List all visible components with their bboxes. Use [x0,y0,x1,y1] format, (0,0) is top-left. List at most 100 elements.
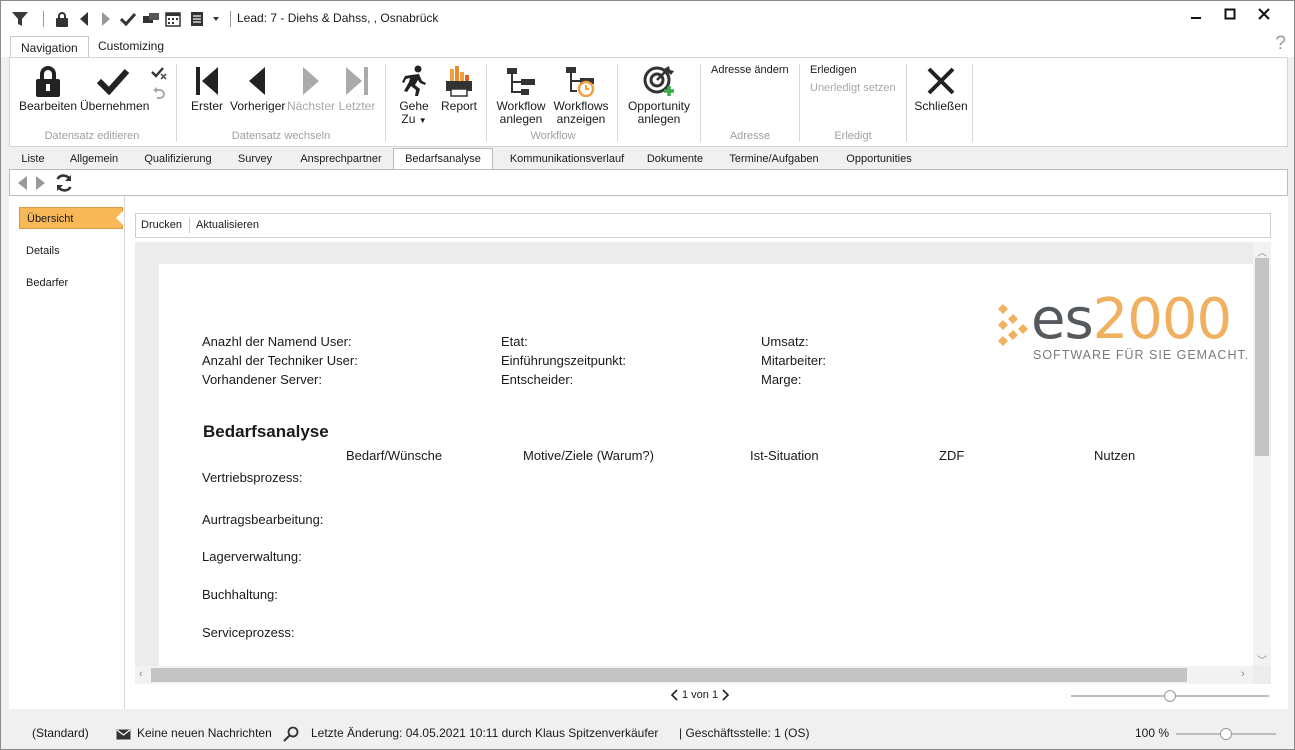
close-window-button[interactable] [1247,3,1281,25]
tab-survey[interactable]: Survey [227,149,283,169]
left-nav-uebersicht[interactable]: Übersicht [19,207,123,229]
field-label: Marge: [761,372,802,387]
row-label: Lagerverwaltung: [202,549,302,564]
report-zoom-knob[interactable] [1164,690,1176,702]
messages-status[interactable]: Keine neuen Nachrichten [137,726,272,740]
minimize-button[interactable] [1179,3,1213,25]
search-icon[interactable] [283,726,299,742]
ribbon-tab-navigation[interactable]: Navigation [10,36,89,58]
report-printer-icon [446,66,472,97]
field-label: Anzahl der Techniker User: [202,353,358,368]
tab-allgemein[interactable]: Allgemein [59,149,129,169]
tab-termine-aufgaben[interactable]: Termine/Aufgaben [715,149,833,169]
branch-status: | Geschäftsstelle: 1 (OS) [679,726,810,740]
logo-wordmark: es2000 [1031,287,1232,352]
lock-icon [36,66,60,97]
vertical-scrollbar[interactable]: ︿ ﹀ [1253,242,1271,667]
layout-status[interactable]: (Standard) [32,726,89,740]
left-nav-bedarfer[interactable]: Bedarfer [19,272,123,294]
report-pager: 1 von 1 [135,684,1271,709]
tab-dokumente[interactable]: Dokumente [641,149,709,169]
document-icon[interactable] [188,9,206,29]
previous-record-icon [249,67,265,95]
field-label: Mitarbeiter: [761,353,827,368]
next-record-icon [303,67,319,95]
zoom-slider-knob[interactable] [1220,728,1232,740]
nav-back-icon[interactable] [16,175,28,194]
tab-ansprechpartner[interactable]: Ansprechpartner [287,149,395,169]
adresse-aendern-button[interactable]: Adresse ändern [711,64,789,76]
bearbeiten-button[interactable]: Bearbeiten [18,62,78,113]
column-header: Motive/Ziele (Warum?) [523,448,654,463]
nav-forward-icon[interactable] [35,175,47,194]
ribbon-separator [385,64,386,142]
report-toolbar: Drucken Aktualisieren [135,213,1271,238]
qa-dropdown-icon[interactable] [210,9,222,29]
forward-arrow-icon[interactable] [99,9,113,29]
refresh-icon[interactable] [54,173,74,196]
erster-button[interactable]: Erster [182,62,232,113]
check-icon[interactable] [119,9,137,29]
aktualisieren-button[interactable]: Aktualisieren [196,214,259,237]
horizontal-scroll-thumb[interactable] [151,668,1187,682]
row-label: Vertriebsprozess: [202,470,303,485]
mail-icon [116,729,131,740]
gehe-zu-button[interactable]: Gehe Zu ▼ [394,62,434,127]
undo-icon[interactable] [152,86,166,103]
vertical-scroll-thumb[interactable] [1255,258,1269,456]
page-previous-icon[interactable] [670,689,678,701]
report-zoom-slider[interactable] [1071,690,1269,702]
scroll-right-icon[interactable]: › [1241,668,1245,680]
es2000-logo: es2000 SOFTWARE FÜR SIE GEMACHT. [997,290,1248,370]
logo-diamond-icon [998,304,1028,346]
messages-icon[interactable] [141,9,161,29]
ribbon-separator [700,64,701,142]
schliessen-button[interactable]: Schließen [910,62,972,113]
left-nav-details[interactable]: Details [19,240,123,262]
close-icon [927,67,955,95]
back-arrow-icon[interactable] [77,9,91,29]
unerledigt-setzen-button[interactable]: Unerledigt setzen [810,82,896,94]
zoom-slider[interactable] [1176,728,1276,740]
drucken-button[interactable]: Drucken [141,214,182,237]
running-man-icon [402,65,426,96]
tab-qualifizierung[interactable]: Qualifizierung [133,149,223,169]
scroll-left-icon[interactable]: ‹ [139,668,143,680]
workflow-anlegen-button[interactable]: Workflow anlegen [494,62,548,126]
opportunity-anlegen-button[interactable]: Opportunity anlegen [624,62,694,126]
ribbon-tab-customizing[interactable]: Customizing [88,35,174,57]
zoom-level: 100 % [1135,726,1170,740]
field-label: Anazhl der Namend User: [202,334,352,349]
naechster-button[interactable]: Nächster [286,62,336,113]
erledigen-button[interactable]: Erledigen [810,64,856,76]
horizontal-scrollbar[interactable]: ‹ › [135,666,1253,684]
toolbar-separator [189,218,190,233]
tab-bedarfsanalyse[interactable]: Bedarfsanalyse [393,148,493,170]
ribbon-tab-bar: Navigation Customizing ? [1,33,1294,58]
filter-icon[interactable] [9,9,31,29]
help-icon[interactable]: ? [1275,33,1286,55]
status-bar: (Standard) Keine neuen Nachrichten Letzt… [1,719,1294,749]
lock-icon[interactable] [53,9,71,29]
check-all-icon[interactable] [151,66,167,83]
target-add-icon [643,66,674,96]
ribbon-separator [972,64,973,142]
vorheriger-button[interactable]: Vorheriger [230,62,285,113]
scroll-up-icon[interactable]: ︿ [1257,244,1267,259]
uebernehmen-button[interactable]: Übernehmen [80,62,149,113]
calendar-icon[interactable] [164,9,182,29]
letzter-button[interactable]: Letzter [336,62,378,113]
content-area: Übersicht Details Bedarfer Drucken Aktua… [9,196,1288,709]
page-next-icon[interactable] [722,689,730,701]
report-viewer: es2000 SOFTWARE FÜR SIE GEMACHT. Anazhl … [135,242,1271,684]
tab-opportunities[interactable]: Opportunities [837,149,921,169]
page-tab-bar: Liste Allgemein Qualifizierung Survey An… [9,148,1288,170]
report-button[interactable]: Report [438,62,480,113]
tab-liste[interactable]: Liste [11,149,55,169]
tab-kommunikationsverlauf[interactable]: Kommunikationsverlauf [497,149,637,169]
maximize-button[interactable] [1213,3,1247,25]
page-indicator: 1 von 1 [682,689,719,701]
workflows-anzeigen-button[interactable]: Workflows anzeigen [550,62,612,126]
scroll-down-icon[interactable]: ﹀ [1257,652,1267,667]
window-title: Lead: 7 - Diehs & Dahss, , Osnabrück [237,11,439,25]
